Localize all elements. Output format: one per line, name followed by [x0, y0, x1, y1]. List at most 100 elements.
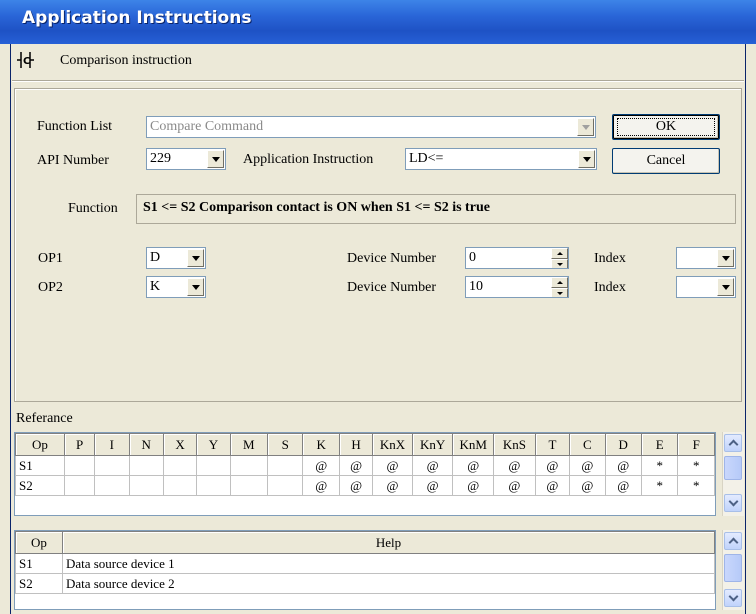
- chevron-down-icon[interactable]: [187, 278, 204, 296]
- row-operand: S1: [15, 455, 65, 476]
- reference-column-header: Y: [196, 433, 231, 456]
- device-number-2-spinner[interactable]: 10: [465, 276, 569, 298]
- table-cell: @: [569, 475, 606, 496]
- application-instruction-value: LD<=: [409, 151, 444, 166]
- application-instruction-label: Application Instruction: [243, 152, 374, 167]
- table-cell: [267, 455, 304, 476]
- table-row[interactable]: S2 @ @ @ @ @ @ @ @ @ * *: [15, 475, 715, 496]
- help-table-container: Op Help S1 Data source device 1 S2 Data sour…: [14, 530, 716, 610]
- table-cell: @: [411, 455, 454, 476]
- reference-column-header: H: [338, 433, 374, 456]
- index-1-dropdown[interactable]: [676, 247, 736, 269]
- contact-icon: C: [17, 52, 34, 68]
- table-cell: @: [452, 455, 495, 476]
- reference-column-header: Op: [15, 433, 65, 456]
- reference-column-header: P: [63, 433, 96, 456]
- table-cell: @: [569, 455, 606, 476]
- scroll-thumb[interactable]: [724, 456, 742, 480]
- help-scrollbar[interactable]: [722, 530, 744, 610]
- api-number-dropdown[interactable]: 229: [146, 148, 226, 170]
- op1-label: OP1: [38, 251, 63, 266]
- table-row[interactable]: S2 Data source device 2: [15, 573, 715, 594]
- chevron-down-icon[interactable]: [717, 278, 734, 296]
- table-cell: @: [452, 475, 495, 496]
- scroll-down-icon[interactable]: [724, 589, 742, 607]
- ok-button[interactable]: OK: [612, 114, 720, 140]
- table-cell: @: [604, 475, 642, 496]
- function-label: Function: [68, 201, 118, 216]
- table-cell: @: [338, 455, 374, 476]
- api-number-value: 229: [150, 151, 171, 166]
- table-cell: @: [604, 455, 642, 476]
- table-cell: @: [534, 455, 571, 476]
- table-cell: *: [640, 475, 679, 496]
- spinner-arrows-icon[interactable]: [551, 248, 568, 268]
- function-list-dropdown[interactable]: Compare Command: [146, 116, 596, 138]
- help-text: Data source device 1: [61, 553, 715, 574]
- window-title: Application Instructions: [22, 8, 252, 28]
- application-instruction-dropdown[interactable]: LD<=: [405, 148, 597, 170]
- device-number-2-value: 10: [469, 279, 483, 294]
- spinner-arrows-icon[interactable]: [551, 277, 568, 297]
- op1-value: D: [150, 250, 161, 265]
- chevron-down-icon[interactable]: [577, 118, 594, 136]
- cancel-button[interactable]: Cancel: [612, 148, 720, 174]
- op2-label: OP2: [38, 280, 63, 295]
- reference-column-header: M: [229, 433, 269, 456]
- reference-column-header: KnM: [452, 433, 495, 456]
- chevron-down-icon[interactable]: [207, 150, 224, 168]
- reference-column-header: KnY: [411, 433, 454, 456]
- api-number-label: API Number: [37, 153, 109, 168]
- reference-table-container: Op P I N X Y M S K H KnX KnY KnM KnS T C D E F S1 @ @ @ @ @ @ @ @ @…: [14, 432, 716, 516]
- op2-value: K: [150, 279, 161, 294]
- table-row[interactable]: S1 Data source device 1: [15, 553, 715, 574]
- reference-scrollbar[interactable]: [722, 432, 744, 516]
- table-cell: [128, 455, 164, 476]
- help-column-header: Op: [15, 531, 63, 554]
- reference-table: Op P I N X Y M S K H KnX KnY KnM KnS T C D E F S1 @ @ @ @ @ @ @ @ @…: [15, 433, 715, 516]
- title-bar: Application Instructions: [0, 0, 756, 44]
- device-number-1-label: Device Number: [347, 251, 437, 266]
- scroll-thumb[interactable]: [724, 554, 742, 582]
- help-text: Data source device 2: [61, 573, 715, 594]
- chevron-down-icon[interactable]: [187, 249, 204, 267]
- index-2-dropdown[interactable]: [676, 276, 736, 298]
- header-divider: [12, 80, 744, 82]
- reference-column-header: K: [302, 433, 340, 456]
- reference-column-header: KnS: [493, 433, 536, 456]
- table-cell: @: [338, 475, 374, 496]
- table-cell: @: [372, 455, 413, 476]
- table-cell: *: [640, 455, 679, 476]
- table-cell: [128, 475, 164, 496]
- op2-dropdown[interactable]: K: [146, 276, 206, 298]
- scroll-up-icon[interactable]: [724, 434, 742, 452]
- table-row[interactable]: S1 @ @ @ @ @ @ @ @ @ * *: [15, 455, 715, 476]
- table-cell: @: [411, 475, 454, 496]
- table-cell: @: [302, 475, 340, 496]
- reference-column-header: T: [534, 433, 571, 456]
- chevron-down-icon[interactable]: [578, 150, 595, 168]
- row-operand: S1: [15, 553, 63, 574]
- table-cell: @: [493, 455, 536, 476]
- table-cell: [229, 475, 269, 496]
- reference-column-header: I: [94, 433, 130, 456]
- chevron-down-icon[interactable]: [717, 249, 734, 267]
- index-1-label: Index: [594, 251, 626, 266]
- table-cell: *: [677, 455, 715, 476]
- scroll-down-icon[interactable]: [724, 494, 742, 512]
- table-cell: @: [493, 475, 536, 496]
- reference-header-row: Op P I N X Y M S K H KnX KnY KnM KnS T C D E F: [15, 433, 715, 456]
- op1-dropdown[interactable]: D: [146, 247, 206, 269]
- device-number-1-value: 0: [469, 250, 476, 265]
- table-cell: [63, 475, 96, 496]
- reference-column-header: C: [569, 433, 606, 456]
- table-cell: @: [534, 475, 571, 496]
- empty-row: [16, 496, 715, 516]
- table-cell: [63, 455, 96, 476]
- scroll-up-icon[interactable]: [724, 532, 742, 550]
- table-cell: [94, 475, 130, 496]
- svg-text:C: C: [23, 56, 30, 67]
- help-table: Op Help S1 Data source device 1 S2 Data sour…: [15, 531, 715, 594]
- device-number-2-label: Device Number: [347, 280, 437, 295]
- device-number-1-spinner[interactable]: 0: [465, 247, 569, 269]
